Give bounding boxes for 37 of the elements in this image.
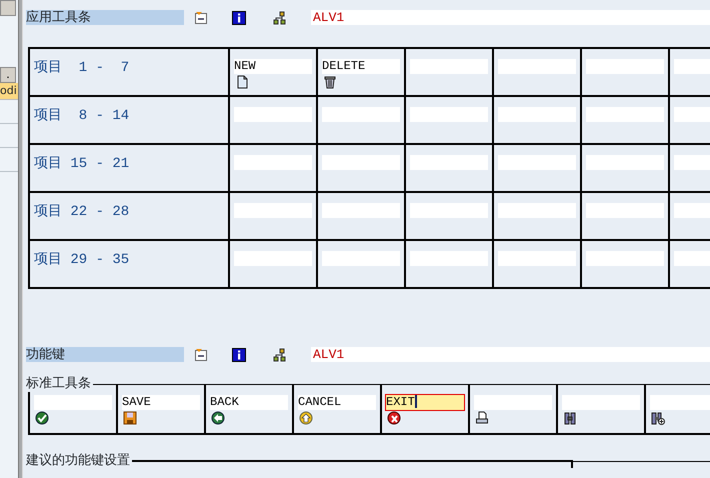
section-title: 应用工具条 <box>26 10 184 25</box>
splitter[interactable] <box>18 0 23 478</box>
menu-list-icon[interactable] <box>194 10 208 24</box>
row-label: 项目 15 - 21 <box>30 145 230 193</box>
printer-icon[interactable] <box>475 411 489 425</box>
info-icon[interactable] <box>232 348 246 362</box>
panel-button[interactable]: . <box>0 67 16 83</box>
exit-icon[interactable] <box>387 411 401 425</box>
binoculars-plus-icon[interactable] <box>651 411 665 425</box>
section-title: 功能键 <box>26 347 184 362</box>
row-label: 项目 29 - 35 <box>30 241 230 289</box>
function-field[interactable] <box>34 395 112 410</box>
cancel-icon[interactable] <box>299 411 313 425</box>
menu-list-icon[interactable] <box>194 348 208 362</box>
status-field[interactable]: ALV1 <box>311 10 710 25</box>
checkmark-icon[interactable] <box>35 411 49 425</box>
info-icon[interactable] <box>232 10 246 24</box>
row-label: 项目 22 - 28 <box>30 193 230 241</box>
function-field[interactable]: CANCEL <box>298 395 376 410</box>
function-field[interactable]: BACK <box>210 395 288 410</box>
trash-icon[interactable] <box>323 75 337 89</box>
status-field[interactable]: ALV1 <box>311 347 710 362</box>
binoculars-icon[interactable] <box>563 411 577 425</box>
function-field[interactable]: NEW <box>234 59 312 74</box>
document-icon[interactable] <box>235 75 249 89</box>
panel-button[interactable] <box>0 0 16 16</box>
group-title: 标准工具条 <box>26 376 93 392</box>
group-title: 建议的功能键设置 <box>26 453 132 469</box>
highlighted-item[interactable]: odi <box>0 83 18 100</box>
function-field[interactable]: SAVE <box>122 395 200 410</box>
row-label: 项目 1 - 7 <box>30 49 230 97</box>
function-field[interactable]: EXIT <box>386 395 464 410</box>
hierarchy-icon[interactable] <box>272 348 286 362</box>
hierarchy-icon[interactable] <box>272 10 286 24</box>
back-arrow-icon[interactable] <box>211 411 225 425</box>
function-field[interactable]: DELETE <box>322 59 400 74</box>
row-label: 项目 8 - 14 <box>30 97 230 145</box>
